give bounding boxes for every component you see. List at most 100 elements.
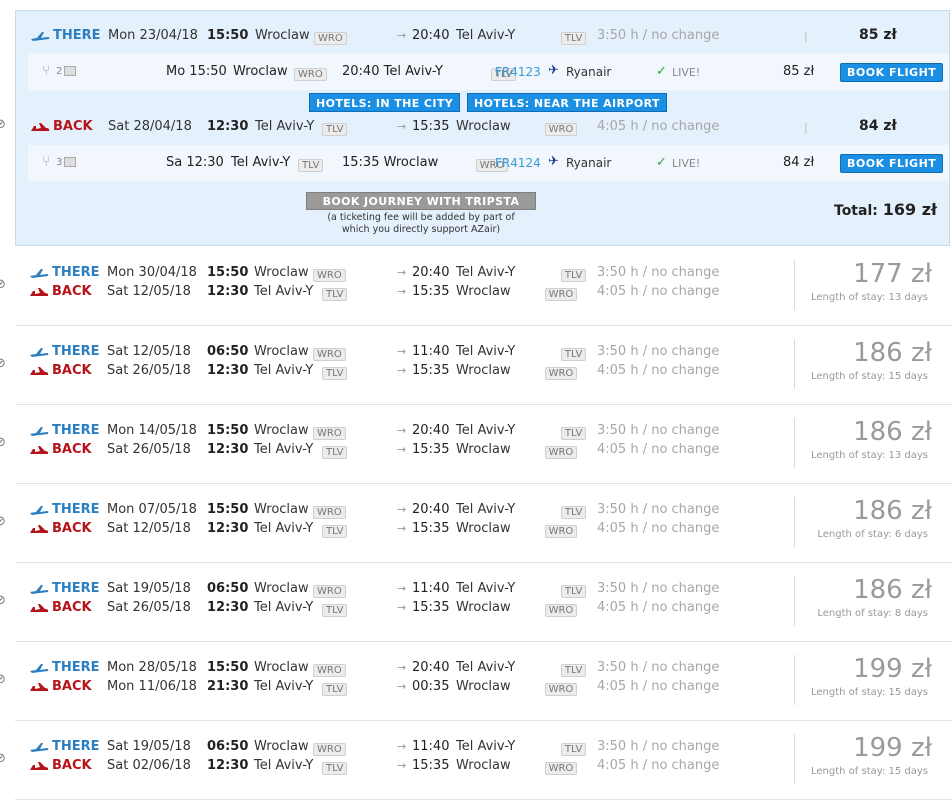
departure-airport-code: WRO bbox=[313, 348, 346, 361]
arrow-right-icon: → bbox=[397, 29, 407, 42]
hotels-in-city-button[interactable]: HOTELS: IN THE CITY bbox=[309, 93, 461, 112]
detail-from-code: TLV bbox=[298, 159, 324, 172]
arrival-time: 20:40 bbox=[412, 660, 450, 675]
plane-departure-icon bbox=[29, 503, 49, 518]
airline-name: Ryanair bbox=[566, 156, 612, 170]
round-trip-price[interactable]: 186 zł bbox=[800, 338, 932, 368]
direction-label: THERE bbox=[52, 423, 100, 438]
hotels-near-airport-button[interactable]: HOTELS: NEAR THE AIRPORT bbox=[467, 93, 667, 112]
ryanair-logo-icon: ✈ bbox=[548, 63, 559, 78]
departure-time: 12:30 bbox=[207, 284, 249, 299]
round-trip-price[interactable]: 199 zł bbox=[800, 654, 932, 684]
arrival-airport-code: WRO bbox=[544, 683, 578, 696]
departure-airport-code: TLV bbox=[322, 604, 348, 617]
photo-icon[interactable] bbox=[64, 66, 76, 76]
flight-duration: 3:50 h / no change bbox=[597, 344, 720, 359]
arrival-city: Tel Aviv-Y bbox=[456, 423, 516, 438]
book-journey-tripsta-button[interactable]: BOOK JOURNEY WITH TRIPSTA bbox=[306, 192, 536, 210]
direction-label: THERE bbox=[52, 502, 100, 517]
length-of-stay: Length of stay: 6 days bbox=[817, 529, 928, 540]
length-of-stay: Length of stay: 13 days bbox=[811, 450, 928, 461]
departure-airport-code: TLV bbox=[322, 288, 348, 301]
book-flight-button[interactable]: BOOK FLIGHT bbox=[840, 63, 944, 82]
departure-city: Wroclaw bbox=[254, 265, 309, 280]
arrow-right-icon: → bbox=[397, 345, 407, 358]
fee-note-line-1: (a ticketing fee will be added by part o… bbox=[327, 212, 515, 223]
arrival-time: 15:35 bbox=[412, 758, 450, 773]
departure-time: 15:50 bbox=[207, 28, 249, 43]
detail-price: 84 zł bbox=[783, 155, 815, 170]
live-label: LIVE! bbox=[672, 157, 701, 170]
arrival-city: Wroclaw bbox=[456, 442, 511, 457]
total-value: 169 zł bbox=[882, 200, 937, 219]
round-trip-price[interactable]: 186 zł bbox=[800, 496, 932, 526]
ryanair-logo-icon: ✈ bbox=[548, 154, 559, 169]
arrival-airport-code: TLV bbox=[560, 743, 587, 756]
pin-icon[interactable]: ⊘ bbox=[0, 117, 6, 132]
plane-return-icon bbox=[29, 443, 49, 458]
direction-label: BACK bbox=[52, 284, 92, 299]
arrow-right-icon: → bbox=[397, 740, 407, 753]
flight-duration: 4:05 h / no change bbox=[597, 758, 720, 773]
departure-city: Tel Aviv-Y bbox=[255, 119, 315, 134]
flight-date: Mon 14/05/18 bbox=[107, 423, 197, 438]
arrow-right-icon: → bbox=[397, 601, 407, 614]
plane-departure-icon bbox=[29, 424, 49, 439]
departure-airport-code: TLV bbox=[322, 123, 348, 136]
detail-day-time: Mo 15:50 bbox=[166, 64, 227, 79]
plane-departure-icon bbox=[29, 266, 49, 281]
direction-label: THERE bbox=[52, 344, 100, 359]
round-trip-price[interactable]: 186 zł bbox=[800, 575, 932, 605]
round-trip-price[interactable]: 186 zł bbox=[800, 417, 932, 447]
departure-city: Wroclaw bbox=[255, 28, 310, 43]
departure-city: Wroclaw bbox=[254, 581, 309, 596]
there-summary-row[interactable]: THERE Mon 23/04/18 15:50 Wroclaw WRO → 2… bbox=[16, 27, 952, 47]
departure-city: Wroclaw bbox=[254, 660, 309, 675]
flight-duration: 4:05 h / no change bbox=[597, 442, 720, 457]
round-trip-price[interactable]: 177 zł bbox=[800, 259, 932, 289]
departure-airport-code: WRO bbox=[313, 585, 346, 598]
departure-time: 12:30 bbox=[207, 521, 249, 536]
arrival-time: 15:35 bbox=[412, 442, 450, 457]
column-divider bbox=[794, 418, 795, 468]
row-divider bbox=[15, 799, 952, 800]
seats-left: 2 bbox=[56, 66, 63, 77]
row-divider bbox=[15, 562, 952, 563]
detail-from-city: Wroclaw bbox=[233, 64, 288, 79]
flight-duration: 3:50 h / no change bbox=[597, 423, 720, 438]
flight-date: Mon 28/05/18 bbox=[107, 660, 197, 675]
total-label: Total: bbox=[834, 203, 878, 219]
departure-airport-code: WRO bbox=[313, 743, 346, 756]
direction-label: THERE bbox=[52, 660, 100, 675]
detail-arrival: 15:35 Wroclaw bbox=[342, 155, 439, 170]
column-divider bbox=[794, 339, 795, 389]
departure-city: Tel Aviv-Y bbox=[254, 284, 314, 299]
departure-time: 12:30 bbox=[207, 758, 249, 773]
there-flight-detail: ⑂ 2 Mo 15:50 Wroclaw WRO 20:40 Tel Aviv-… bbox=[28, 54, 949, 90]
ticketing-fee-note: (a ticketing fee will be added by part o… bbox=[306, 212, 536, 236]
plane-return-icon bbox=[29, 522, 49, 537]
flight-number[interactable]: FR4123 bbox=[495, 65, 541, 79]
arrival-city: Wroclaw bbox=[456, 758, 511, 773]
plane-departure-icon bbox=[29, 740, 49, 755]
arrow-right-icon: → bbox=[397, 522, 407, 535]
departure-city: Tel Aviv-Y bbox=[254, 758, 314, 773]
departure-city: Wroclaw bbox=[254, 739, 309, 754]
detail-from-code: WRO bbox=[294, 68, 327, 81]
fee-note-line-2: which you directly support AZair) bbox=[341, 224, 501, 235]
book-flight-button[interactable]: BOOK FLIGHT bbox=[840, 154, 944, 173]
arrival-airport-code: WRO bbox=[544, 604, 578, 617]
arrival-time: 20:40 bbox=[412, 502, 450, 517]
arrival-city: Wroclaw bbox=[456, 679, 511, 694]
back-summary-row[interactable]: BACK Sat 28/04/18 12:30 Tel Aviv-Y TLV →… bbox=[16, 118, 952, 138]
arrival-airport-code: TLV bbox=[560, 427, 587, 440]
flight-number[interactable]: FR4124 bbox=[495, 156, 541, 170]
arrow-right-icon: → bbox=[397, 424, 407, 437]
photo-icon[interactable] bbox=[64, 157, 76, 167]
direction-label: BACK bbox=[52, 521, 92, 536]
arrival-time: 11:40 bbox=[412, 581, 450, 596]
round-trip-price[interactable]: 199 zł bbox=[800, 733, 932, 763]
arrow-right-icon: → bbox=[397, 364, 407, 377]
direction-label: THERE bbox=[52, 581, 100, 596]
arrow-right-icon: → bbox=[397, 680, 407, 693]
